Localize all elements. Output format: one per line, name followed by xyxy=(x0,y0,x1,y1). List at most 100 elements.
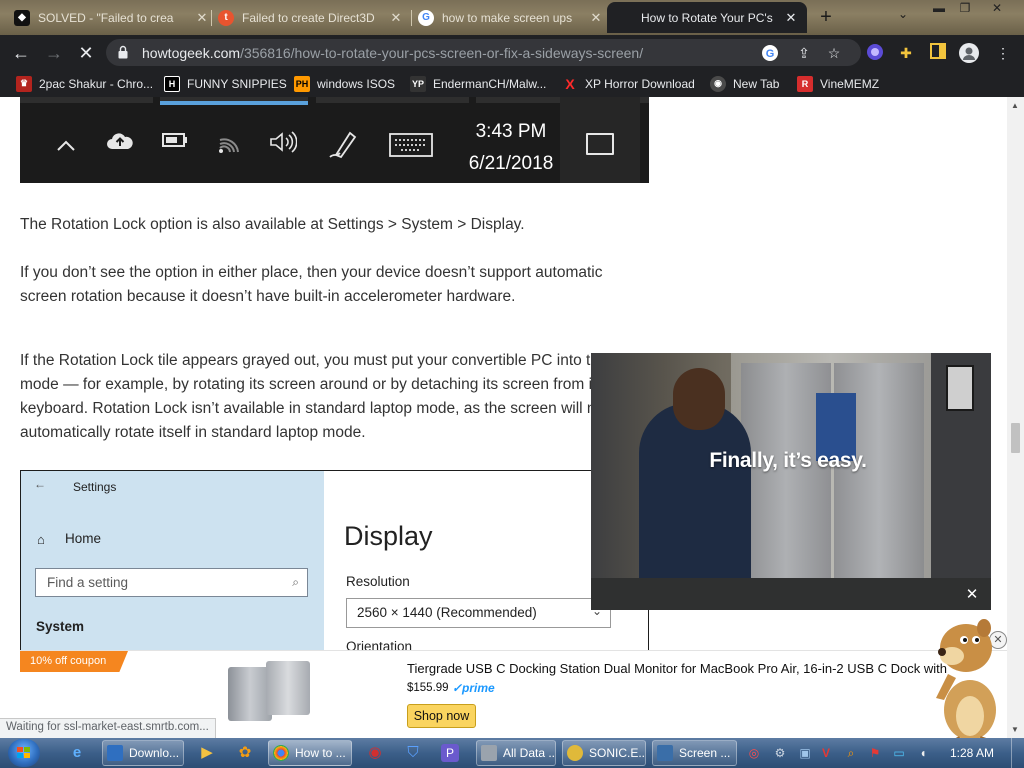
close-tab-icon[interactable]: ✕ xyxy=(194,10,210,26)
action-center-tile xyxy=(560,97,640,183)
close-tab-icon[interactable]: ✕ xyxy=(388,10,404,26)
bookmark-item[interactable]: R VineMEMZ xyxy=(797,74,879,93)
settings-window-title: Settings xyxy=(73,480,117,494)
taskbar-app-button[interactable]: SONIC.E... xyxy=(562,740,646,766)
video-ad-player[interactable]: Finally, it’s easy. ✕ xyxy=(591,353,991,610)
tab-title: Failed to create Direct3D xyxy=(242,10,375,25)
tray-volume-icon[interactable]: ◖ xyxy=(915,745,931,761)
figure-clock-date: 6/21/2018 xyxy=(468,153,554,174)
tray-image-icon[interactable]: ▣ xyxy=(797,745,813,761)
shield-app-icon[interactable]: ⛉ xyxy=(402,742,424,764)
taskbar-app-button-active[interactable]: How to ... xyxy=(268,740,352,766)
tray-flag-icon[interactable]: ⚑ xyxy=(867,745,883,761)
taskbar-app-label: Screen ... xyxy=(679,746,731,760)
scroll-thumb[interactable] xyxy=(1011,423,1020,453)
bookmark-favicon-icon: ♛ xyxy=(16,75,32,92)
product-title[interactable]: Tiergrade USB C Docking Station Dual Mon… xyxy=(407,661,967,676)
taskbar-app-button[interactable]: Downlo... xyxy=(102,740,184,766)
taskbar-app-label: How to ... xyxy=(295,746,346,760)
tab-search-chevron-icon[interactable]: ⌄ xyxy=(898,7,908,21)
bookmark-item[interactable]: H FUNNY SNIPPIES xyxy=(164,74,287,93)
side-panel-icon[interactable] xyxy=(928,43,948,63)
internet-explorer-icon[interactable]: e xyxy=(66,742,88,764)
address-bar[interactable]: howtogeek.com/356816/how-to-rotate-your-… xyxy=(106,39,861,66)
stop-loading-icon[interactable]: ✕ xyxy=(74,41,98,65)
extension-orb-icon[interactable] xyxy=(865,43,885,63)
scroll-up-arrow-icon[interactable]: ▲ xyxy=(1011,101,1019,110)
bookmark-item[interactable]: ◉ New Tab xyxy=(710,74,779,93)
taskbar-app-label: All Data ... xyxy=(503,746,556,760)
volume-icon xyxy=(266,131,300,159)
bookmark-star-icon[interactable]: ☆ xyxy=(825,44,843,62)
minimize-window-icon[interactable]: ▬ xyxy=(928,1,950,15)
taskbar-app-label: Downlo... xyxy=(129,746,180,760)
share-icon[interactable]: ⇪ xyxy=(795,44,813,62)
resolution-dropdown: 2560 × 1440 (Recommended) ⌄ xyxy=(346,598,611,628)
start-button[interactable] xyxy=(8,739,40,767)
browser-status-bubble: Waiting for ssl-market-east.smrtb.com... xyxy=(0,718,216,738)
bookmark-label: FUNNY SNIPPIES xyxy=(187,76,287,91)
url-text[interactable]: howtogeek.com/356816/how-to-rotate-your-… xyxy=(142,45,643,61)
p-app-icon[interactable]: P xyxy=(441,744,459,762)
browser-tab[interactable]: G how to make screen ups ✕ xyxy=(418,2,604,33)
notification-icon xyxy=(586,133,614,155)
windows-logo-icon xyxy=(17,747,30,758)
tray-v-icon[interactable]: V xyxy=(818,745,834,761)
browser-tab[interactable]: t Failed to create Direct3D ✕ xyxy=(218,2,404,33)
taskbar-app-button[interactable]: Screen ... xyxy=(652,740,737,766)
bookmark-favicon-icon: PH xyxy=(294,75,310,92)
scroll-down-arrow-icon[interactable]: ▼ xyxy=(1011,725,1019,734)
close-tab-icon[interactable]: ✕ xyxy=(783,10,799,26)
google-lens-icon[interactable]: G xyxy=(761,44,779,62)
shop-now-button[interactable]: Shop now xyxy=(407,704,476,728)
lock-icon[interactable] xyxy=(118,45,128,59)
media-player-icon[interactable]: ▶ xyxy=(196,742,218,764)
battery-icon xyxy=(158,131,192,154)
bookmark-item[interactable]: YP EndermanCH/Malw... xyxy=(410,74,546,93)
figure-tile xyxy=(20,97,153,103)
tab-title: how to make screen ups xyxy=(442,10,573,25)
back-arrow-icon[interactable]: ← xyxy=(9,41,33,65)
bookmark-item[interactable]: X XP Horror Download xyxy=(562,74,695,93)
bookmark-label: windows ISOS xyxy=(317,76,396,91)
url-path: /356816/how-to-rotate-your-pcs-screen-or… xyxy=(240,45,644,61)
tray-settings-icon[interactable]: ⚙ xyxy=(772,745,788,761)
bookmark-item[interactable]: ♛ 2pac Shakur - Chro... xyxy=(16,74,153,93)
bookmark-favicon-icon: R xyxy=(797,75,813,92)
forward-arrow-icon[interactable]: → xyxy=(42,41,66,65)
video-frame[interactable]: Finally, it’s easy. xyxy=(591,353,991,578)
tab-divider xyxy=(211,10,212,26)
browser-tab[interactable]: ◆ SOLVED - "Failed to crea ✕ xyxy=(14,2,210,33)
tray-search-icon[interactable]: ⌕ xyxy=(843,745,859,761)
show-desktop-button[interactable] xyxy=(1011,738,1024,768)
profile-avatar-icon[interactable] xyxy=(959,43,979,63)
taskbar-clock[interactable]: 1:28 AM xyxy=(950,746,994,760)
close-tab-icon[interactable]: ✕ xyxy=(588,10,604,26)
taskbar-app-button[interactable]: All Data ... xyxy=(476,740,556,766)
article-paragraph: If you don’t see the option in either pl… xyxy=(20,264,603,305)
settings-home-label: Home xyxy=(65,531,102,546)
video-ad-close-button[interactable]: ✕ xyxy=(963,586,981,604)
bookmark-label: 2pac Shakur - Chro... xyxy=(39,76,154,91)
browser-menu-icon[interactable]: ⋮ xyxy=(993,43,1013,63)
new-tab-button[interactable]: + xyxy=(815,6,837,28)
tray-display-icon[interactable]: ▭ xyxy=(891,745,907,761)
bookmark-favicon-icon: YP xyxy=(410,75,426,92)
figure-clock-time: 3:43 PM xyxy=(475,121,547,142)
close-window-icon[interactable]: ✕ xyxy=(986,1,1008,15)
bookmark-favicon-icon: H xyxy=(164,75,180,92)
figure-active-indicator xyxy=(160,101,308,105)
tab-favicon-icon: ◆ xyxy=(14,9,30,26)
resolution-label: Resolution xyxy=(346,574,410,589)
browser-tab-active[interactable]: How to Rotate Your PC's ✕ xyxy=(607,2,807,33)
settings-search-box: Find a setting ⌕ xyxy=(35,568,308,597)
extensions-puzzle-icon[interactable]: ✚ xyxy=(896,43,916,63)
tray-eye-icon[interactable]: ◎ xyxy=(746,745,762,761)
touch-keyboard-icon xyxy=(388,133,434,163)
restore-window-icon[interactable]: ❐ xyxy=(954,1,976,15)
record-app-icon[interactable]: ◉ xyxy=(364,742,386,764)
product-image[interactable] xyxy=(220,659,320,721)
desktop-assistant-character[interactable] xyxy=(930,612,1010,742)
paint-app-icon[interactable]: ✿ xyxy=(234,742,256,764)
bookmark-item[interactable]: PH windows ISOS xyxy=(294,74,395,93)
